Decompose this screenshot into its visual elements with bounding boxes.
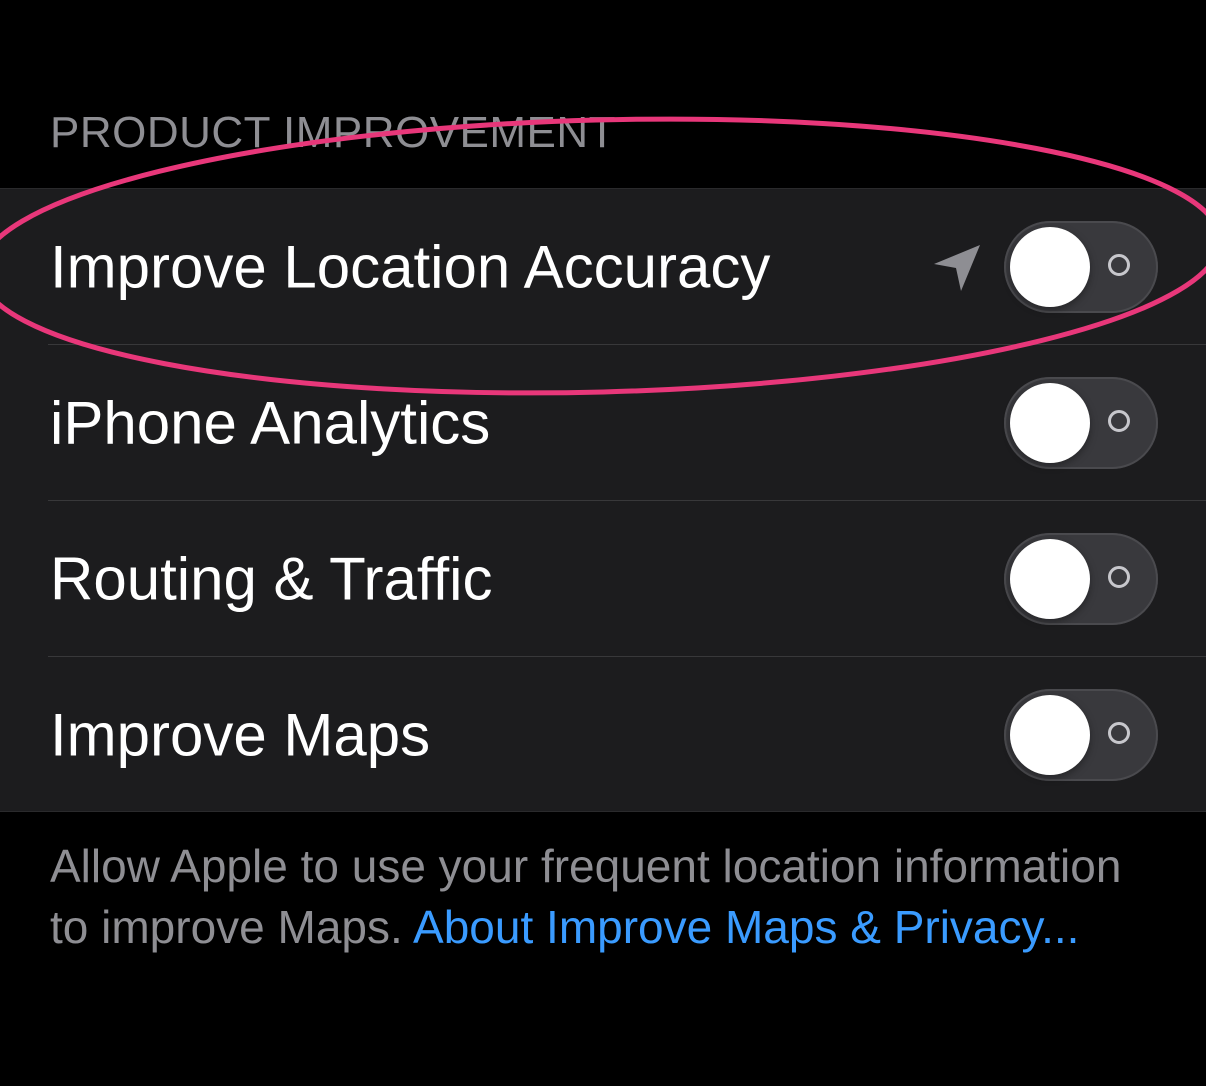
- routing-traffic-toggle[interactable]: [1004, 533, 1158, 625]
- row-label: iPhone Analytics: [50, 389, 491, 457]
- toggle-off-indicator: [1108, 410, 1130, 432]
- row-label: Improve Maps: [50, 701, 431, 769]
- location-arrow-icon: [934, 245, 980, 291]
- settings-group: Improve Location Accuracy iPhone Analyti…: [0, 188, 1206, 812]
- row-improve-maps[interactable]: Improve Maps: [0, 657, 1206, 813]
- section-header: PRODUCT IMPROVEMENT: [50, 108, 617, 157]
- about-improve-maps-privacy-link[interactable]: About Improve Maps & Privacy...: [413, 901, 1079, 953]
- row-routing-traffic[interactable]: Routing & Traffic: [0, 501, 1206, 657]
- toggle-off-indicator: [1108, 566, 1130, 588]
- row-iphone-analytics[interactable]: iPhone Analytics: [0, 345, 1206, 501]
- improve-maps-toggle[interactable]: [1004, 689, 1158, 781]
- toggle-off-indicator: [1108, 254, 1130, 276]
- toggle-knob: [1010, 383, 1090, 463]
- toggle-off-indicator: [1108, 722, 1130, 744]
- iphone-analytics-toggle[interactable]: [1004, 377, 1158, 469]
- toggle-knob: [1010, 539, 1090, 619]
- toggle-knob: [1010, 695, 1090, 775]
- improve-location-accuracy-toggle[interactable]: [1004, 221, 1158, 313]
- row-label: Improve Location Accuracy: [50, 233, 771, 301]
- toggle-knob: [1010, 227, 1090, 307]
- footer-note: Allow Apple to use your frequent locatio…: [50, 836, 1150, 958]
- row-label: Routing & Traffic: [50, 545, 493, 613]
- row-improve-location-accuracy[interactable]: Improve Location Accuracy: [0, 189, 1206, 345]
